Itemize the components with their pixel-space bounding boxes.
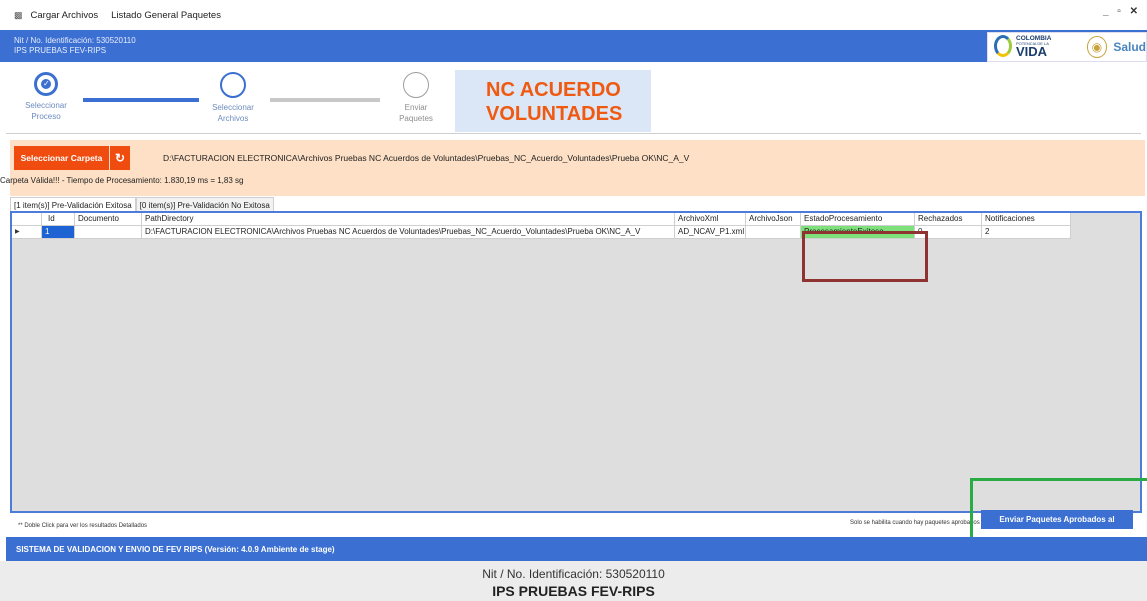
folder-path: D:\FACTURACION ELECTRONICA\Archivos Prue… [163, 153, 690, 163]
logo-line3: VIDA [1016, 44, 1048, 59]
double-click-hint: ** Doble Click para ver los resultados D… [18, 523, 148, 529]
column-header-estadoprocesamiento[interactable]: EstadoProcesamiento [801, 213, 915, 226]
cell-archivojson[interactable] [746, 226, 801, 239]
step-label: Seleccionar Archivos [212, 103, 254, 123]
logo: COLOMBIA POTENCIA DE LA VIDA ◉ Salud [987, 32, 1147, 62]
column-header-rechazados[interactable]: Rechazados [915, 213, 982, 226]
system-statusbar: SISTEMA DE VALIDACION Y ENVIO DE FEV RIP… [6, 537, 1147, 561]
cell-documento[interactable] [75, 226, 142, 239]
app-icon: ▩ [14, 9, 23, 20]
step-connector-active [83, 98, 199, 102]
tab-pre-validacion-no-exitosa[interactable]: [0 item(s)] Pre-Validación No Exitosa [135, 197, 274, 212]
column-header-documento[interactable]: Documento [75, 213, 142, 226]
shield-icon: ◉ [1086, 36, 1108, 58]
app-header: Nit / No. Identificación: 530520110 IPS … [0, 30, 1147, 62]
divider [6, 133, 1141, 134]
row-selector-icon[interactable]: ▶ [12, 226, 42, 239]
cell-pathdirectory[interactable]: D:\FACTURACION ELECTRONICA\Archivos Prue… [142, 226, 675, 239]
cell-id[interactable]: 1 [42, 226, 75, 239]
menu-listado-general-paquetes[interactable]: Listado General Paquetes [111, 10, 221, 21]
bottom-nit: Nit / No. Identificación: 530520110 [482, 567, 665, 581]
send-enabled-note: Solo se habilita cuando hay paquetes apr… [850, 520, 980, 526]
process-title: NC ACUERDO VOLUNTADES [455, 70, 651, 132]
colombia-logo: COLOMBIA POTENCIA DE LA VIDA [992, 33, 1081, 61]
menu-cargar-archivos[interactable]: Cargar Archivos [31, 10, 99, 21]
step-seleccionar-archivos[interactable]: Seleccionar Archivos [193, 72, 273, 124]
column-header-archivojson[interactable]: ArchivoJson [746, 213, 801, 226]
folder-toolbar: Seleccionar Carpeta ↻ D:\FACTURACION ELE… [0, 140, 1145, 196]
results-grid: Id Documento PathDirectory ArchivoXml Ar… [10, 211, 1142, 513]
step-label: Enviar Paquetes [399, 103, 433, 123]
step-connector-inactive [270, 98, 380, 102]
step-enviar-paquetes[interactable]: Enviar Paquetes [376, 72, 456, 124]
bottom-ips: IPS PRUEBAS FEV-RIPS [492, 583, 655, 599]
highlight-estado-box [802, 231, 928, 282]
menubar: ▩ Cargar Archivos Listado General Paquet… [0, 0, 1147, 30]
header-nit: Nit / No. Identificación: 530520110 [14, 36, 136, 45]
window-controls[interactable]: _ ▫ ✕ [1103, 6, 1141, 17]
step-done-icon: ✓ [34, 72, 58, 96]
grid-body: Id Documento PathDirectory ArchivoXml Ar… [12, 213, 1140, 511]
refresh-icon[interactable]: ↻ [110, 146, 130, 170]
step-label: Seleccionar Proceso [25, 101, 67, 121]
select-folder-button[interactable]: Seleccionar Carpeta [14, 146, 109, 170]
column-header-archivoxml[interactable]: ArchivoXml [675, 213, 746, 226]
column-header-selector [12, 213, 42, 226]
cell-notificaciones[interactable]: 2 [982, 226, 1071, 239]
column-header-pathdirectory[interactable]: PathDirectory [142, 213, 675, 226]
bottom-info: Nit / No. Identificación: 530520110 IPS … [0, 561, 1147, 601]
processing-status: Carpeta Válida!!! - Tiempo de Procesamie… [0, 176, 244, 185]
logo-salud: Salud [1113, 40, 1146, 54]
step-pending-icon [220, 72, 246, 98]
header-ips: IPS PRUEBAS FEV-RIPS [14, 46, 107, 55]
column-header-id[interactable]: Id [42, 213, 75, 226]
swirl-icon [994, 35, 1012, 57]
step-pending-icon [403, 72, 429, 98]
column-header-notificaciones[interactable]: Notificaciones [982, 213, 1071, 226]
cell-archivoxml[interactable]: AD_NCAV_P1.xml [675, 226, 746, 239]
grid-header: Id Documento PathDirectory ArchivoXml Ar… [12, 213, 1071, 226]
step-seleccionar-proceso[interactable]: ✓ Seleccionar Proceso [6, 72, 86, 122]
